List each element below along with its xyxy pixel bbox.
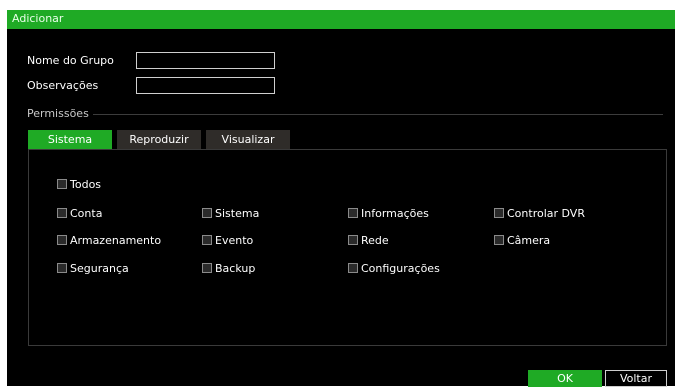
group-name-label: Nome do Grupo [27,54,114,67]
checkbox-backup[interactable]: Backup [202,261,255,275]
checkbox-box[interactable] [57,208,67,218]
checkbox-label: Todos [70,177,102,191]
checkbox-label: Sistema [215,206,260,220]
checkbox-configuracoes[interactable]: Configurações [348,261,440,275]
checkbox-label: Rede [361,233,389,247]
checkbox-box[interactable] [57,263,67,273]
checkbox-label: Informações [361,206,429,220]
add-group-dialog: Adicionar Nome do Grupo Observações Perm… [7,10,675,387]
notes-label: Observações [27,79,99,92]
ok-button[interactable]: OK [528,370,602,387]
checkbox-box[interactable] [202,235,212,245]
checkbox-evento[interactable]: Evento [202,233,253,247]
checkbox-controlar-dvr[interactable]: Controlar DVR [494,206,585,220]
checkbox-box[interactable] [57,179,67,189]
checkbox-seguranca[interactable]: Segurança [57,261,129,275]
checkbox-box[interactable] [348,263,358,273]
tab-sistema[interactable]: Sistema [28,130,112,149]
checkbox-label: Backup [215,261,256,275]
permissions-section-label: Permissões [27,107,89,120]
group-name-field[interactable] [136,52,275,69]
checkbox-todos[interactable]: Todos [57,177,101,191]
tab-reproduzir[interactable]: Reproduzir [117,130,201,149]
permissions-panel [28,149,667,346]
checkbox-informacoes[interactable]: Informações [348,206,429,220]
checkbox-rede[interactable]: Rede [348,233,389,247]
checkbox-label: Controlar DVR [507,206,585,220]
checkbox-label: Conta [70,206,103,220]
checkbox-label: Configurações [361,261,440,275]
tab-visualizar[interactable]: Visualizar [206,130,290,149]
dialog-title: Adicionar [12,12,64,25]
checkbox-sistema[interactable]: Sistema [202,206,259,220]
checkbox-camera[interactable]: Câmera [494,233,550,247]
notes-field[interactable] [136,77,275,94]
checkbox-label: Evento [215,233,254,247]
checkbox-box[interactable] [494,208,504,218]
checkbox-armazenamento[interactable]: Armazenamento [57,233,161,247]
checkbox-box[interactable] [202,263,212,273]
checkbox-label: Armazenamento [70,233,162,247]
back-button[interactable]: Voltar [605,370,667,387]
checkbox-box[interactable] [348,208,358,218]
checkbox-label: Câmera [507,233,551,247]
checkbox-box[interactable] [494,235,504,245]
checkbox-box[interactable] [202,208,212,218]
checkbox-box[interactable] [57,235,67,245]
checkbox-box[interactable] [348,235,358,245]
title-bar: Adicionar [7,10,675,29]
checkbox-label: Segurança [70,261,129,275]
checkbox-conta[interactable]: Conta [57,206,102,220]
section-divider [93,114,663,115]
